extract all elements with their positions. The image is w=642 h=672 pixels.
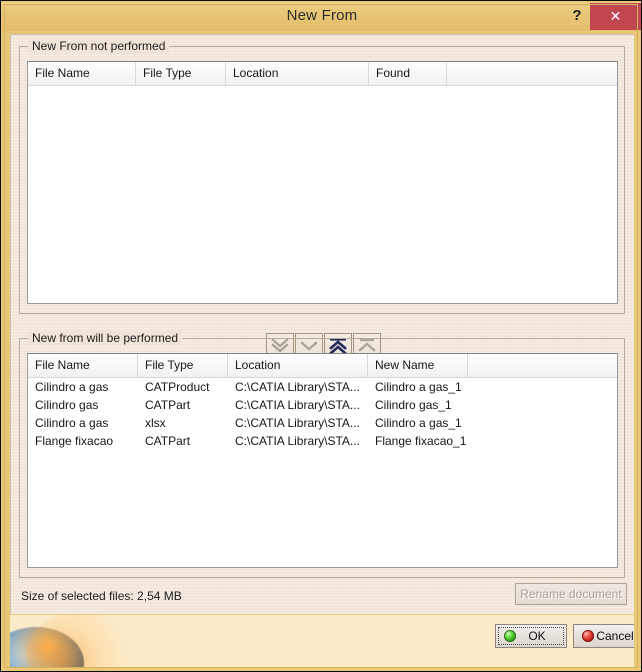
cell-location: C:\CATIA Library\STA... bbox=[235, 380, 360, 394]
group-new-from-will-be-performed: New from will be performed File Name Fil… bbox=[19, 331, 625, 578]
not-performed-list[interactable]: File Name File Type Location Found bbox=[27, 61, 618, 304]
column-header-file-name[interactable]: File Name bbox=[28, 62, 136, 85]
table-row[interactable]: Flange fixacao CATPart C:\CATIA Library\ST… bbox=[28, 432, 617, 450]
cell-file_name: Flange fixacao bbox=[35, 434, 114, 448]
column-header-file-name[interactable]: File Name bbox=[28, 354, 138, 377]
not-performed-list-body[interactable] bbox=[28, 86, 617, 303]
not-performed-list-header: File Name File Type Location Found bbox=[28, 62, 617, 86]
help-button[interactable]: ? bbox=[566, 4, 588, 28]
ok-button-label: OK bbox=[528, 629, 546, 643]
cancel-button[interactable]: Cancel bbox=[573, 624, 634, 648]
dialog-client-area: New From not performed File Name File Ty… bbox=[10, 34, 634, 614]
new-from-dialog: New From ? ✕ New From not performed File… bbox=[0, 0, 642, 672]
cell-file_type: CATPart bbox=[145, 398, 191, 412]
earth-graphic bbox=[10, 627, 84, 667]
will-be-performed-list[interactable]: File Name File Type Location New Name Ci… bbox=[27, 353, 618, 568]
column-header-filler[interactable] bbox=[447, 62, 617, 85]
cell-location: C:\CATIA Library\STA... bbox=[235, 434, 360, 448]
cell-location: C:\CATIA Library\STA... bbox=[235, 416, 360, 430]
close-button[interactable]: ✕ bbox=[590, 3, 641, 30]
rename-document-button[interactable]: Rename document bbox=[515, 583, 627, 605]
will-be-performed-list-header: File Name File Type Location New Name bbox=[28, 354, 617, 378]
cell-new_name: Cilindro a gas_1 bbox=[375, 416, 462, 430]
column-header-filler[interactable] bbox=[468, 354, 617, 377]
window-title: New From bbox=[286, 7, 358, 24]
will-be-performed-list-body[interactable]: Cilindro a gas CATProduct C:\CATIA Library… bbox=[28, 378, 617, 567]
cell-new_name: Cilindro a gas_1 bbox=[375, 380, 462, 394]
cell-file_type: CATProduct bbox=[145, 380, 210, 394]
table-row[interactable]: Cilindro gas CATPart C:\CATIA Library\STA.… bbox=[28, 396, 617, 414]
group-label-not-performed: New From not performed bbox=[28, 39, 170, 53]
cell-new_name: Cilindro gas_1 bbox=[375, 398, 452, 412]
cell-file_name: Cilindro gas bbox=[35, 398, 99, 412]
column-header-location[interactable]: Location bbox=[226, 62, 369, 85]
column-header-new-name[interactable]: New Name bbox=[368, 354, 468, 377]
selected-files-size-label: Size of selected files: 2,54 MB bbox=[21, 589, 182, 603]
cell-file_name: Cilindro a gas bbox=[35, 416, 109, 430]
ok-button[interactable]: OK bbox=[495, 624, 567, 648]
group-new-from-not-performed: New From not performed File Name File Ty… bbox=[19, 39, 625, 314]
group-label-will-be-performed: New from will be performed bbox=[28, 331, 183, 345]
title-bar: New From ? ✕ bbox=[2, 2, 641, 31]
table-row[interactable]: Cilindro a gas xlsx C:\CATIA Library\STA..… bbox=[28, 414, 617, 432]
cell-location: C:\CATIA Library\STA... bbox=[235, 398, 360, 412]
column-header-found[interactable]: Found bbox=[369, 62, 447, 85]
column-header-file-type[interactable]: File Type bbox=[138, 354, 228, 377]
column-header-location[interactable]: Location bbox=[228, 354, 368, 377]
dialog-footer-bar: OK Cancel bbox=[10, 615, 634, 667]
column-header-file-type[interactable]: File Type bbox=[136, 62, 226, 85]
table-row[interactable]: Cilindro a gas CATProduct C:\CATIA Library… bbox=[28, 378, 617, 396]
cell-new_name: Flange fixacao_1 bbox=[375, 434, 467, 448]
cancel-button-label: Cancel bbox=[596, 629, 634, 643]
cell-file_type: CATPart bbox=[145, 434, 191, 448]
cell-file_type: xlsx bbox=[145, 416, 166, 430]
cell-file_name: Cilindro a gas bbox=[35, 380, 109, 394]
